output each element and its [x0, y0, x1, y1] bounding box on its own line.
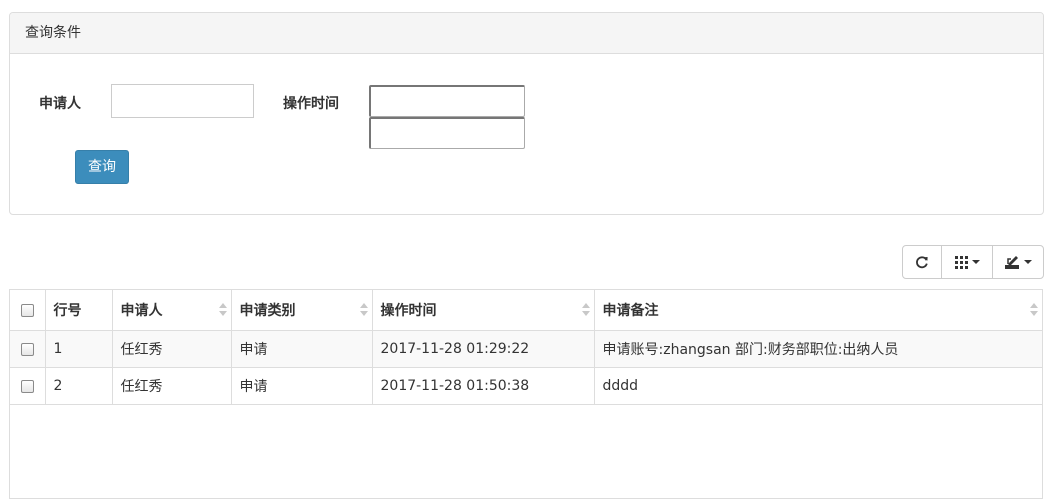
header-op-time[interactable]: 操作时间 — [372, 290, 595, 331]
chevron-down-icon — [1023, 260, 1032, 264]
header-remark[interactable]: 申请备注 — [594, 290, 1042, 331]
grid-icon — [954, 255, 968, 269]
cell-category: 申请 — [231, 330, 373, 368]
export-icon — [1004, 256, 1019, 269]
search-panel-title: 查询条件 — [10, 13, 1043, 54]
cell-row-no: 1 — [45, 330, 113, 368]
cell-applicant: 任红秀 — [112, 367, 232, 405]
export-button[interactable] — [992, 245, 1044, 279]
table-row[interactable]: 2 任红秀 申请 2017-11-28 01:50:38 dddd — [10, 367, 1042, 405]
header-op-time-label: 操作时间 — [380, 303, 437, 319]
row-select-cell — [10, 367, 46, 405]
row-checkbox[interactable] — [20, 342, 34, 356]
sort-icon — [581, 303, 590, 317]
refresh-button[interactable] — [902, 245, 942, 279]
sort-icon — [1030, 303, 1038, 317]
op-time-label: 操作时间 — [283, 96, 339, 112]
sort-icon — [359, 303, 368, 317]
applicant-input[interactable] — [111, 84, 254, 118]
select-all-checkbox[interactable] — [20, 303, 34, 317]
data-table: 行号 申请人 申请类别 操作时间 申请备注 1 任红秀 申请 2017-11-2… — [9, 289, 1043, 499]
row-select-cell — [10, 330, 46, 368]
header-applicant-label: 申请人 — [120, 303, 163, 319]
table-toolbar — [902, 245, 1044, 279]
applicant-label: 申请人 — [39, 96, 81, 112]
query-button[interactable]: 查询 — [75, 150, 129, 184]
header-applicant[interactable]: 申请人 — [112, 290, 232, 331]
row-checkbox[interactable] — [20, 379, 34, 393]
table-row[interactable]: 1 任红秀 申请 2017-11-28 01:29:22 申请账号:zhangs… — [10, 330, 1042, 368]
date-start-input[interactable] — [369, 85, 525, 117]
cell-row-no: 2 — [45, 367, 113, 405]
columns-toggle-button[interactable] — [941, 245, 993, 279]
cell-op-time: 2017-11-28 01:50:38 — [372, 367, 595, 405]
date-end-input[interactable] — [369, 117, 525, 149]
header-category[interactable]: 申请类别 — [231, 290, 373, 331]
cell-category: 申请 — [231, 367, 373, 405]
cell-remark: 申请账号:zhangsan 部门:财务部职位:出纳人员 — [594, 330, 1042, 368]
header-row-no[interactable]: 行号 — [45, 290, 113, 331]
search-panel: 查询条件 申请人 操作时间 查询 — [9, 12, 1044, 215]
cell-applicant: 任红秀 — [112, 330, 232, 368]
header-category-label: 申请类别 — [239, 303, 296, 319]
sort-icon — [218, 303, 227, 317]
table-header-row: 行号 申请人 申请类别 操作时间 申请备注 — [10, 290, 1042, 331]
chevron-down-icon — [971, 260, 980, 264]
select-all-cell — [10, 290, 46, 331]
cell-remark: dddd — [594, 367, 1042, 405]
refresh-icon — [916, 256, 928, 269]
cell-op-time: 2017-11-28 01:29:22 — [372, 330, 595, 368]
header-remark-label: 申请备注 — [602, 303, 659, 319]
